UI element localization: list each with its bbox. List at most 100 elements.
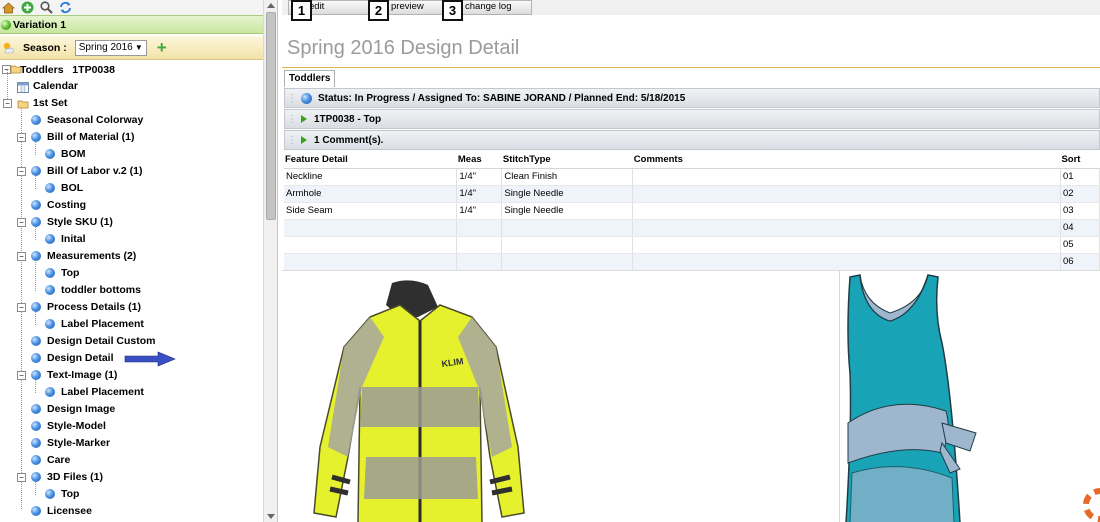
col-sort[interactable]: Sort: [1060, 152, 1100, 169]
node-icon: [31, 472, 41, 482]
node-icon: [31, 115, 41, 125]
node-icon: [31, 421, 41, 431]
cell-meas[interactable]: [456, 253, 503, 271]
status-bar[interactable]: ⋮ Status: In Progress / Assigned To: SAB…: [284, 88, 1100, 108]
cell-stitch-type[interactable]: [501, 219, 634, 237]
tab-toddlers[interactable]: Toddlers: [284, 70, 336, 87]
cell-comments[interactable]: [632, 219, 1061, 237]
table-row[interactable]: 06: [284, 253, 1100, 271]
cell-feature-detail[interactable]: Armhole: [284, 185, 458, 203]
cell-feature-detail[interactable]: [284, 219, 458, 237]
help-lifebuoy-icon[interactable]: [1080, 485, 1100, 522]
cell-meas[interactable]: [456, 236, 503, 254]
dress-image[interactable]: [842, 273, 982, 522]
step-badge-3: 3: [442, 0, 463, 21]
tree-item-label: 3D Files (1): [47, 471, 104, 483]
cell-comments[interactable]: [632, 236, 1061, 254]
col-comments[interactable]: Comments: [632, 152, 1061, 169]
node-icon: [31, 302, 41, 312]
collapse-toggle[interactable]: −: [3, 99, 12, 108]
collapse-toggle[interactable]: −: [17, 303, 26, 312]
scroll-thumb[interactable]: [266, 12, 276, 220]
cell-comments[interactable]: [632, 202, 1061, 220]
variation-bar[interactable]: Variation 1: [0, 15, 263, 34]
tree-guide-line: [35, 174, 36, 189]
section-comments-label: 1 Comment(s).: [314, 134, 384, 146]
tree-item-label: Costing: [47, 199, 87, 211]
tree-root[interactable]: − Toddlers 1TP0038: [0, 61, 115, 78]
collapse-toggle[interactable]: −: [17, 371, 26, 380]
node-icon: [31, 166, 41, 176]
cell-meas[interactable]: 1/4": [456, 168, 503, 186]
node-icon: [45, 489, 55, 499]
cell-sort[interactable]: 02: [1060, 185, 1100, 203]
collapse-toggle[interactable]: −: [17, 252, 26, 261]
cell-stitch-type[interactable]: [501, 253, 634, 271]
expand-arrow-icon[interactable]: [301, 115, 307, 123]
search-icon[interactable]: [40, 1, 53, 14]
cell-comments[interactable]: [632, 168, 1061, 186]
cell-stitch-type[interactable]: Single Needle: [501, 202, 634, 220]
node-icon: [31, 336, 41, 346]
tree-item-label: Label Placement: [61, 318, 144, 330]
cell-meas[interactable]: 1/4": [456, 202, 503, 220]
season-select[interactable]: Spring 2016 ▼: [74, 39, 147, 56]
table-row[interactable]: Side Seam 1/4" Single Needle 03: [284, 202, 1100, 220]
node-icon: [45, 149, 55, 159]
cell-sort[interactable]: 04: [1060, 219, 1100, 237]
tree-item-label: Licensee: [47, 505, 92, 517]
node-icon: [45, 285, 55, 295]
col-feature-detail[interactable]: Feature Detail: [284, 152, 457, 169]
cell-comments[interactable]: [632, 253, 1061, 271]
cell-sort[interactable]: 05: [1060, 236, 1100, 254]
add-season-icon[interactable]: +: [157, 39, 167, 56]
table-row[interactable]: 05: [284, 236, 1100, 254]
home-icon[interactable]: [2, 1, 15, 14]
node-icon: [31, 455, 41, 465]
cell-feature-detail[interactable]: Side Seam: [284, 202, 458, 220]
jacket-image[interactable]: KLIM: [300, 277, 540, 522]
col-stitch-type[interactable]: StitchType: [501, 152, 633, 169]
collapse-toggle[interactable]: −: [17, 473, 26, 482]
scroll-up-icon[interactable]: [267, 3, 275, 8]
design-detail-table: Feature Detail Meas StitchType Comments …: [284, 152, 1100, 271]
collapse-toggle[interactable]: −: [17, 218, 26, 227]
node-icon: [31, 438, 41, 448]
refresh-icon[interactable]: [59, 1, 72, 14]
tree-item-label: Label Placement: [61, 386, 144, 398]
left-scrollbar[interactable]: [263, 0, 277, 522]
arrow-indicator-icon: [124, 351, 176, 367]
step-badge-2: 2: [368, 0, 389, 21]
cell-meas[interactable]: 1/4": [456, 185, 503, 203]
node-icon: [45, 387, 55, 397]
cell-stitch-type[interactable]: Single Needle: [501, 185, 634, 203]
tree-guide-line: [35, 310, 36, 325]
node-icon: [31, 506, 41, 516]
cell-stitch-type[interactable]: Clean Finish: [501, 168, 634, 186]
section-top[interactable]: ⋮ 1TP0038 - Top: [284, 109, 1100, 129]
cell-comments[interactable]: [632, 185, 1061, 203]
cell-sort[interactable]: 01: [1060, 168, 1100, 186]
cell-sort[interactable]: 06: [1060, 253, 1100, 271]
cell-sort[interactable]: 03: [1060, 202, 1100, 220]
col-meas[interactable]: Meas: [456, 152, 502, 169]
scroll-down-icon[interactable]: [267, 514, 275, 519]
node-icon: [31, 217, 41, 227]
table-row[interactable]: 04: [284, 219, 1100, 237]
table-row[interactable]: Armhole 1/4" Single Needle 02: [284, 185, 1100, 203]
collapse-toggle[interactable]: −: [17, 167, 26, 176]
calendar-icon: [17, 81, 29, 96]
add-icon[interactable]: [21, 1, 34, 14]
node-icon: [31, 200, 41, 210]
tree-item-label: Style SKU (1): [47, 216, 113, 228]
cell-meas[interactable]: [456, 219, 503, 237]
section-comments[interactable]: ⋮ 1 Comment(s).: [284, 130, 1100, 150]
cell-feature-detail[interactable]: [284, 236, 458, 254]
expand-arrow-icon[interactable]: [301, 136, 307, 144]
cell-stitch-type[interactable]: [501, 236, 634, 254]
tree-item-label: Text-Image (1): [47, 369, 118, 381]
collapse-toggle[interactable]: −: [17, 133, 26, 142]
cell-feature-detail[interactable]: Neckline: [284, 168, 458, 186]
cell-feature-detail[interactable]: [284, 253, 458, 271]
table-row[interactable]: Neckline 1/4" Clean Finish 01: [284, 168, 1100, 186]
